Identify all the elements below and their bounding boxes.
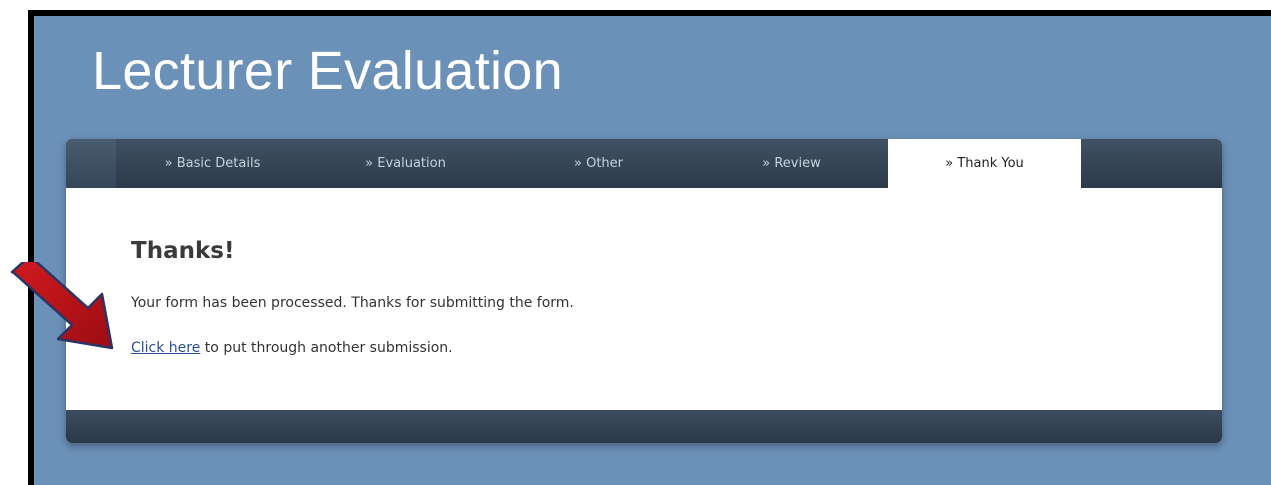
processed-message: Your form has been processed. Thanks for… [131, 295, 574, 311]
tab-bar: » Basic Details » Evaluation » Other » R… [66, 139, 1222, 188]
tab-thank-you[interactable]: » Thank You [888, 139, 1081, 188]
resubmit-message: Click here to put through another submis… [131, 340, 453, 356]
click-here-link[interactable]: Click here [131, 340, 200, 356]
site-title: Lecturer Evaluation [92, 41, 563, 101]
resubmit-suffix: to put through another submission. [200, 340, 453, 356]
tab-basic-details[interactable]: » Basic Details [116, 139, 309, 188]
form-card: » Basic Details » Evaluation » Other » R… [66, 139, 1222, 443]
form-footer-bar [66, 410, 1222, 443]
red-arrow-icon [10, 262, 114, 350]
tab-bar-cap [66, 139, 116, 188]
tab-list: » Basic Details » Evaluation » Other » R… [116, 139, 1081, 188]
thanks-heading: Thanks! [131, 238, 235, 264]
tab-evaluation[interactable]: » Evaluation [309, 139, 502, 188]
tab-other[interactable]: » Other [502, 139, 695, 188]
tab-review[interactable]: » Review [695, 139, 888, 188]
thank-you-panel: Thanks! Your form has been processed. Th… [66, 188, 1222, 410]
page-background: Lecturer Evaluation » Basic Details » Ev… [34, 16, 1271, 485]
